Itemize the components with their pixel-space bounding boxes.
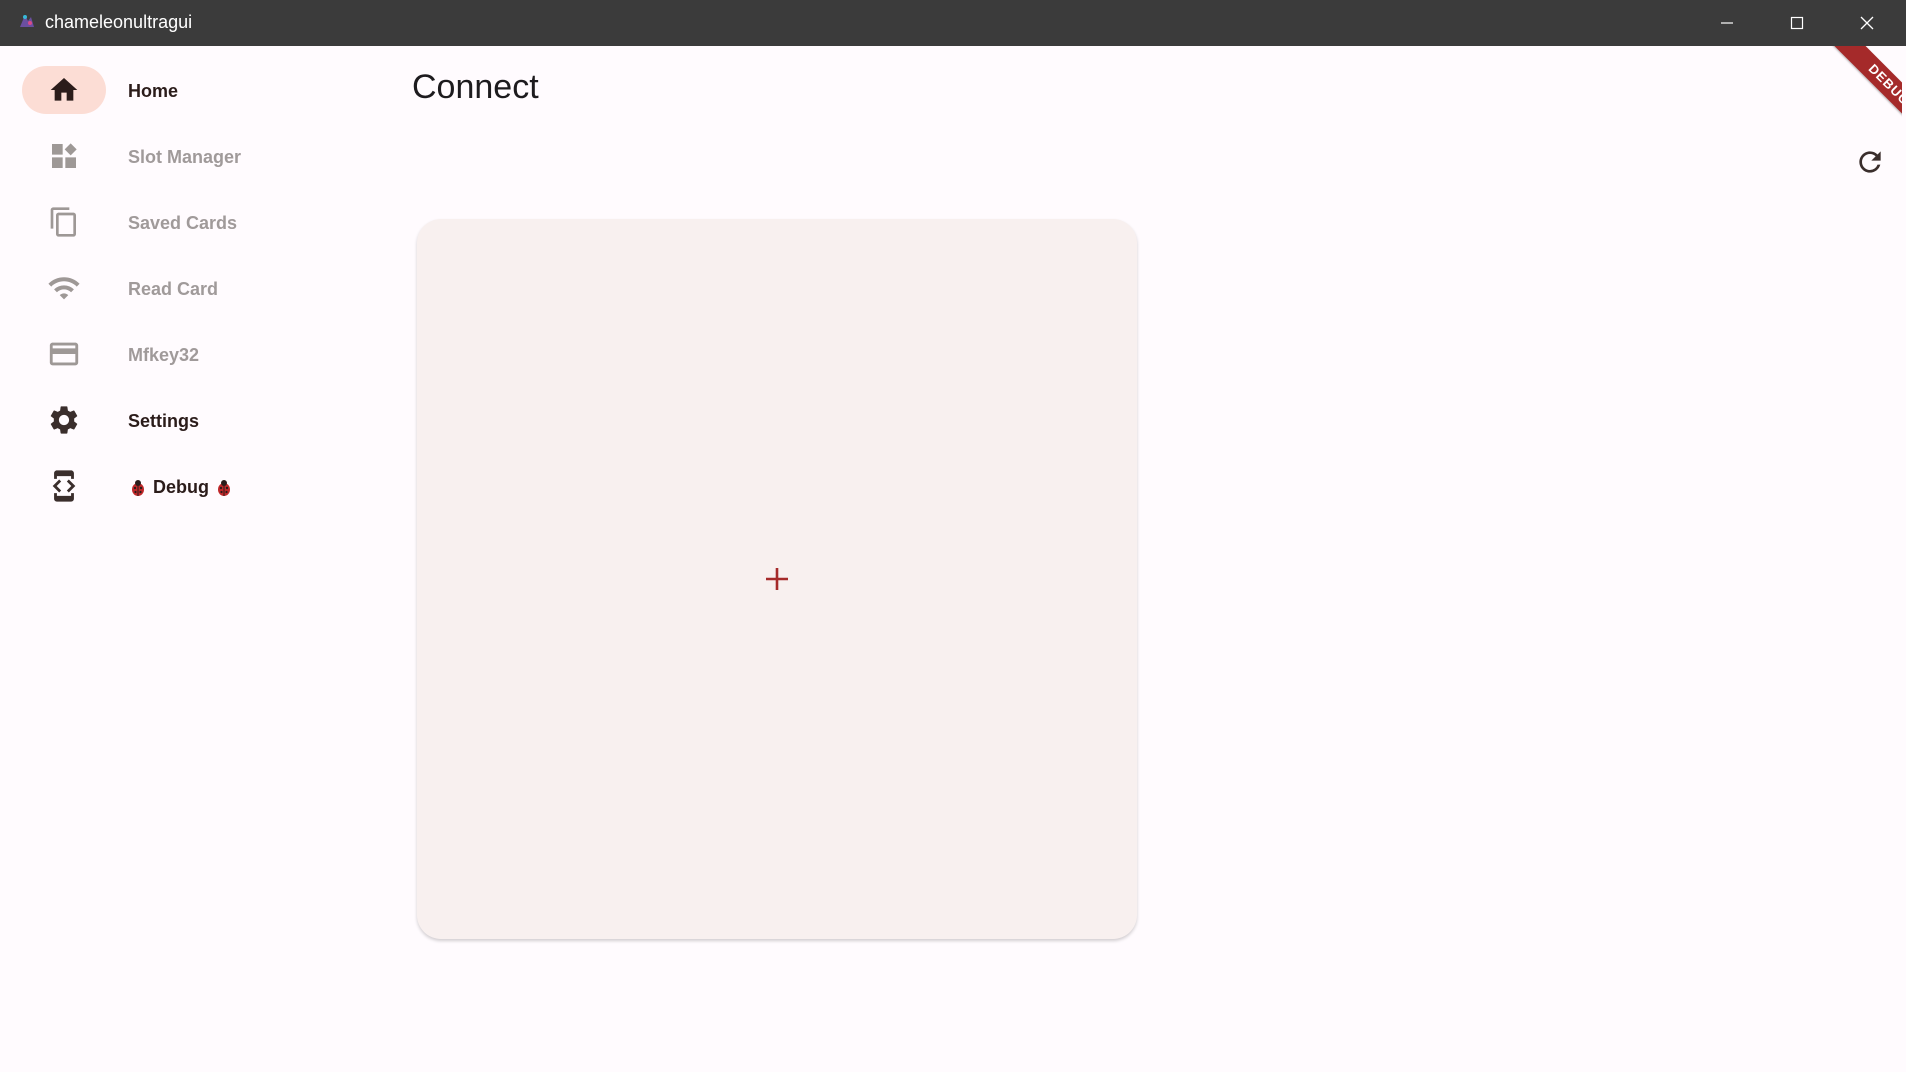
nav-label-home: Home	[128, 81, 179, 101]
chameleon-app-icon	[20, 15, 34, 27]
refresh-icon	[1859, 151, 1881, 173]
nav-label-mfkey32: Mfkey32	[128, 345, 200, 365]
nav-pill-slot-manager	[22, 132, 106, 180]
close-icon	[1860, 16, 1874, 30]
nav-label-debug: Debug	[153, 477, 210, 497]
nav-pill-home	[22, 66, 106, 114]
minimize-button[interactable]	[1692, 0, 1762, 46]
app-window: chameleonultragui Home Slot Manager Save…	[0, 0, 1906, 1072]
refresh-button[interactable]	[1850, 142, 1890, 182]
home-icon	[50, 78, 78, 101]
copy-icon	[50, 207, 76, 237]
nav-label-read-card: Read Card	[128, 279, 219, 299]
maximize-icon	[1790, 16, 1804, 30]
nav-item-settings[interactable]: Settings	[22, 396, 342, 448]
plus-icon	[766, 568, 788, 590]
minimize-icon	[1721, 22, 1733, 24]
nav-pill-saved-cards	[22, 198, 106, 246]
ladybug-icon	[132, 480, 144, 497]
wifi-icon	[48, 277, 80, 300]
page-title: Connect	[412, 68, 539, 106]
nav-label-slot-manager: Slot Manager	[128, 147, 242, 167]
nav-item-mfkey32[interactable]: Mfkey32	[22, 330, 342, 382]
developer-mode-icon	[52, 470, 76, 502]
content-area: Home Slot Manager Saved Cards Read Card	[4, 46, 1902, 1068]
maximize-button[interactable]	[1762, 0, 1832, 46]
debug-banner: DEBUG	[1821, 46, 1902, 153]
nav-item-read-card[interactable]: Read Card	[22, 264, 342, 316]
nav-item-debug[interactable]: Debug	[22, 462, 342, 514]
nav-label-saved-cards: Saved Cards	[128, 213, 238, 233]
window-title: chameleonultragui	[45, 12, 193, 32]
dashboard-icon	[52, 143, 77, 168]
nav-label-debug-wrapper: Debug	[128, 477, 234, 498]
add-device-button[interactable]	[759, 561, 795, 597]
nav-label-settings: Settings	[128, 411, 200, 431]
nav-pill-debug	[22, 462, 106, 510]
nav-pill-mfkey32	[22, 330, 106, 378]
nav-item-home[interactable]: Home	[22, 66, 342, 118]
nav-pill-settings	[22, 396, 106, 444]
close-button[interactable]	[1832, 0, 1902, 46]
nav-pill-read-card	[22, 264, 106, 312]
nav-item-saved-cards[interactable]: Saved Cards	[22, 198, 342, 250]
credit-card-icon	[49, 342, 79, 366]
ladybug-icon	[218, 480, 231, 497]
title-bar[interactable]: chameleonultragui	[0, 0, 1906, 46]
nav-item-slot-manager[interactable]: Slot Manager	[22, 132, 342, 184]
add-device-card[interactable]	[417, 219, 1137, 939]
gear-icon	[50, 406, 78, 434]
